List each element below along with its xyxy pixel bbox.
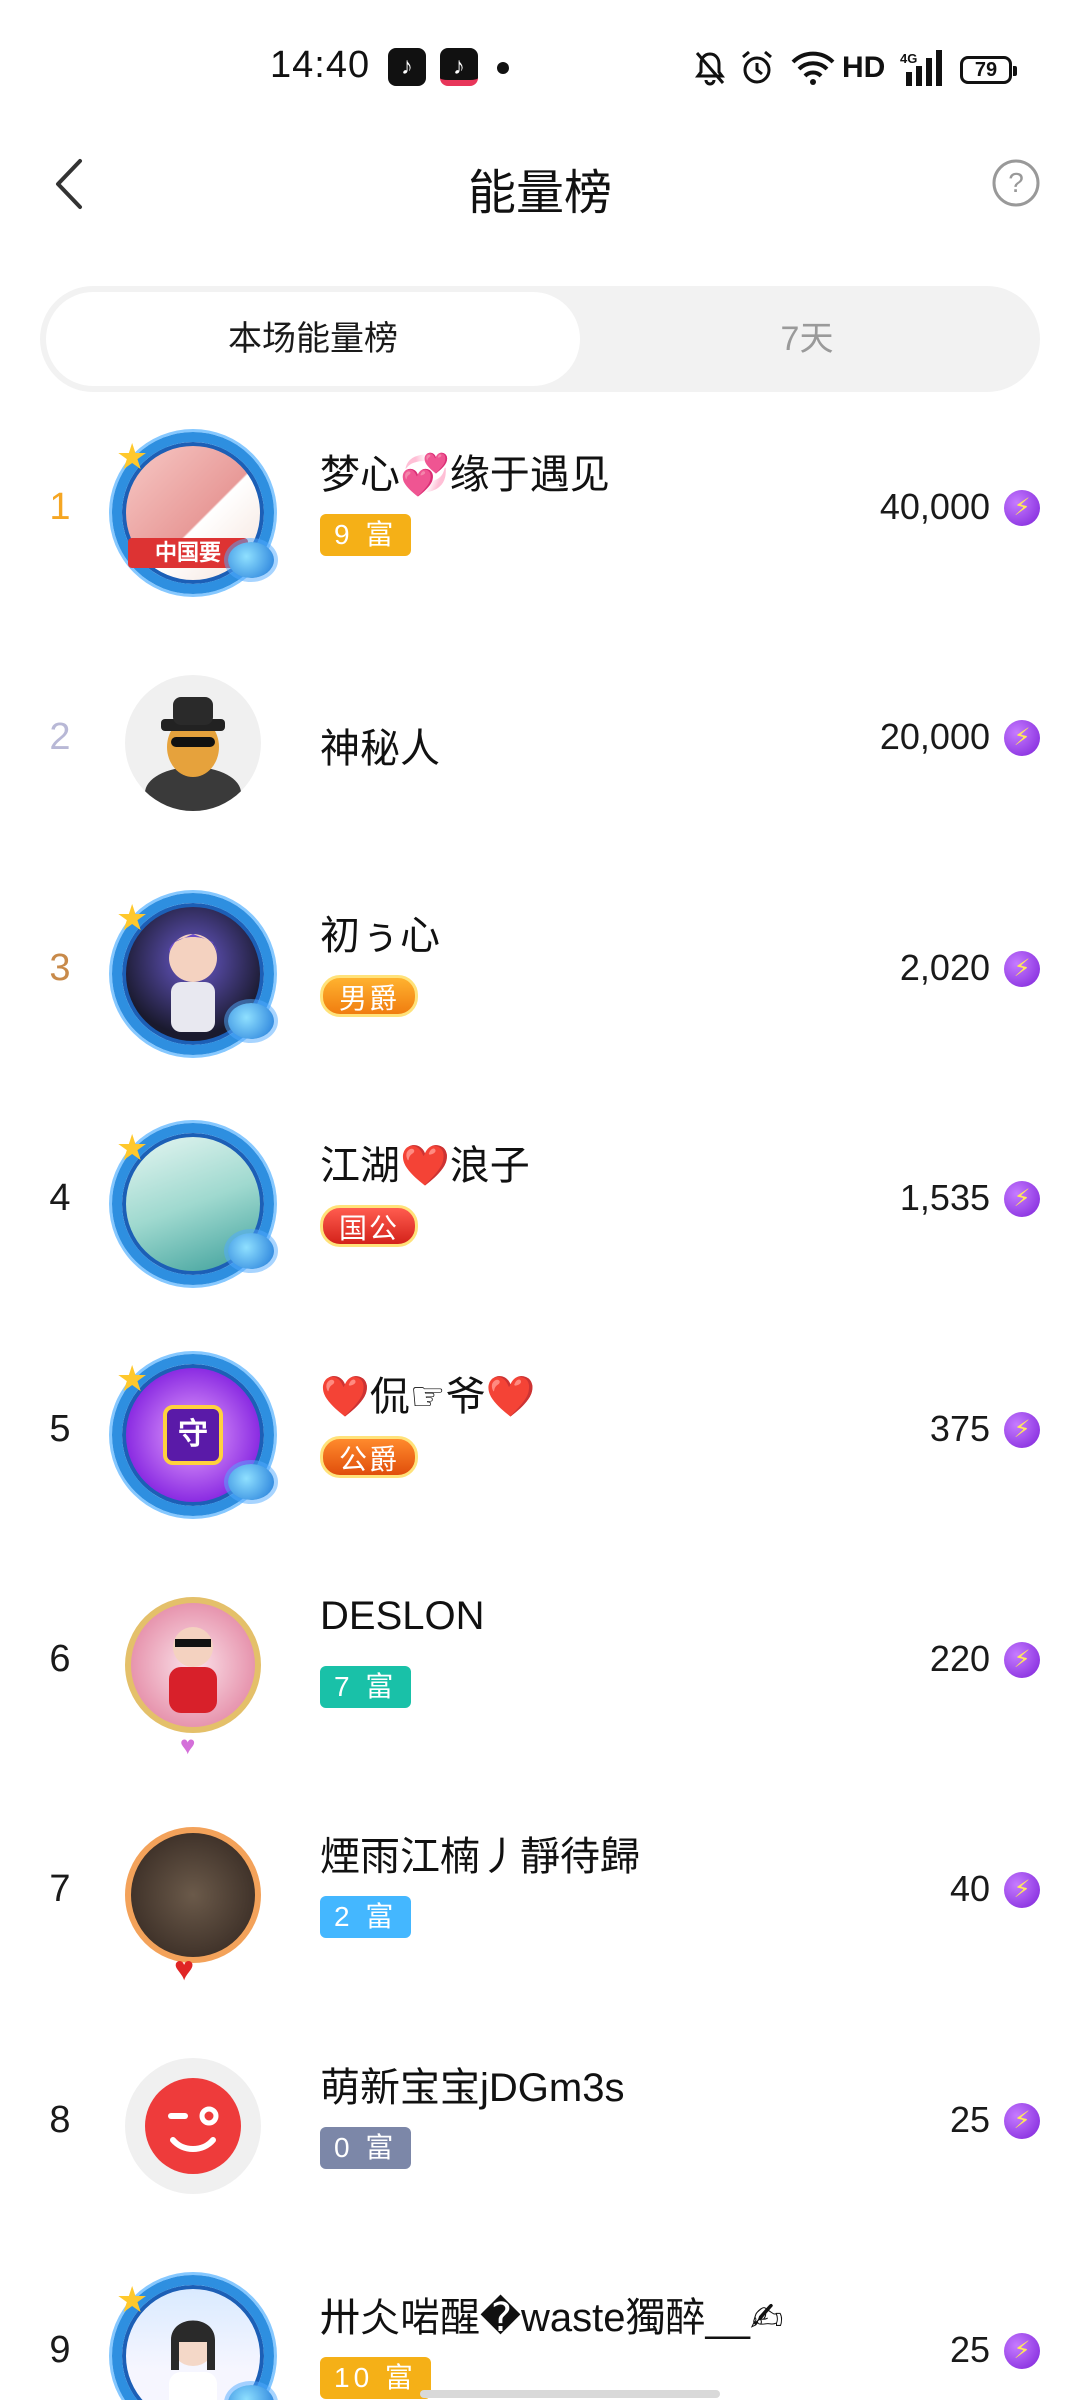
list-item[interactable]: 2 神秘人 20,000 ⚡ [0, 628, 1080, 858]
energy-score: 1,535 [899, 1177, 990, 1218]
rank-number: 5 [49, 1408, 71, 1450]
rank-number: 4 [49, 1177, 71, 1219]
rank-number: 1 [49, 486, 71, 528]
user-name: 神秘人 [320, 727, 440, 771]
list-item[interactable]: 7 ♥ 煙雨江楠丿靜待歸 2 富 40 ⚡ [0, 1780, 1080, 2010]
planet-icon [228, 542, 274, 578]
avatar[interactable] [108, 658, 278, 828]
user-name: DESLON [320, 1594, 485, 1638]
avatar[interactable]: 守 ★ [108, 1350, 278, 1520]
list-item[interactable]: 4 ★ 江湖❤️浪子 国公 1,535 ⚡ [0, 1089, 1080, 1319]
rank-number: 6 [49, 1638, 71, 1680]
energy-icon: ⚡ [1004, 720, 1040, 756]
energy-score: 25 [949, 2329, 990, 2370]
energy-icon: ⚡ [1004, 1412, 1040, 1448]
wealth-badge: 0 富 [320, 2127, 412, 2169]
svg-text:?: ? [1008, 167, 1024, 198]
planet-icon [228, 1464, 274, 1500]
page-title: 能量榜 [467, 167, 612, 220]
user-name: ❤️侃☞爷❤️ [320, 1375, 536, 1419]
battery-icon: 79 [960, 56, 1017, 84]
user-name: 初ぅ心 [320, 914, 440, 958]
notification-dot-icon [497, 62, 509, 74]
tab-current-session[interactable]: 本场能量榜 [46, 292, 580, 386]
star-icon: ★ [116, 436, 149, 477]
page-header: 能量榜 ? [0, 135, 1080, 235]
energy-score: 40,000 [879, 486, 990, 527]
avatar[interactable]: ★ [108, 2271, 278, 2400]
list-item[interactable]: 1 中国要 ★ 梦心💞缘于遇见 9 富 40,000 ⚡ [0, 398, 1080, 628]
energy-score: 2,020 [899, 947, 990, 988]
list-item[interactable]: 8 萌新宝宝jDGm3s 0 富 25 ⚡ [0, 2011, 1080, 2241]
help-button[interactable]: ? [990, 157, 1042, 209]
star-icon: ★ [116, 2279, 149, 2320]
status-time: 14:40 [270, 44, 371, 86]
user-name: 梦心💞缘于遇见 [320, 453, 610, 497]
energy-icon: ⚡ [1004, 2103, 1040, 2139]
list-item[interactable]: 5 守 ★ ❤️侃☞爷❤️ 公爵 375 ⚡ [0, 1320, 1080, 1550]
energy-icon: ⚡ [1004, 951, 1040, 987]
star-icon: ★ [116, 1358, 149, 1399]
signal-icon: 4G [900, 50, 942, 86]
status-bar: 14:40 ♪ ♪ HD 4G 79 [0, 0, 1080, 135]
energy-score: 220 [929, 1638, 990, 1679]
rank-title-badge: 国公 [320, 1205, 419, 1247]
user-name: 卅仌啱醒�waste獨醉__✍ [320, 2296, 784, 2340]
energy-score: 375 [929, 1408, 990, 1449]
list-item[interactable]: 6 ♥ DESLON 7 富 220 ⚡ [0, 1550, 1080, 1780]
energy-icon: ⚡ [1004, 490, 1040, 526]
avatar[interactable]: ★ [108, 1119, 278, 1289]
avatar[interactable]: ★ [108, 889, 278, 1059]
home-indicator[interactable] [420, 2390, 720, 2398]
default-avatar-icon [145, 2078, 241, 2174]
energy-icon: ⚡ [1004, 1181, 1040, 1217]
signal-type-label: 4G [900, 51, 917, 66]
silent-bell-icon [695, 52, 725, 86]
mystery-person-icon [145, 697, 241, 811]
energy-score: 20,000 [879, 716, 990, 757]
heart-icon: ♥ [174, 1950, 195, 1988]
energy-score: 25 [949, 2099, 990, 2140]
star-icon: ★ [116, 1127, 149, 1168]
energy-score: 40 [949, 1868, 990, 1909]
tiktok-icon: ♪ [440, 48, 478, 86]
list-item[interactable]: 9 ★ 卅仌啱醒�waste獨醉__✍ 10 富 25 ⚡ [0, 2241, 1080, 2400]
user-name: 江湖❤️浪子 [320, 1144, 530, 1188]
avatar[interactable] [108, 2041, 278, 2211]
avatar[interactable]: ♥ [108, 1810, 278, 1988]
heart-icon: ♥ [180, 1730, 196, 1760]
hd-indicator: HD [842, 51, 886, 84]
rank-number: 2 [49, 716, 71, 758]
user-name: 萌新宝宝jDGm3s [320, 2066, 625, 2110]
tab-7-days[interactable]: 7天 [580, 292, 1034, 386]
planet-icon [228, 1233, 274, 1269]
rank-number: 9 [49, 2329, 71, 2371]
tab-bar: 本场能量榜 7天 [40, 286, 1040, 392]
wifi-icon [791, 51, 835, 85]
rank-number: 3 [49, 947, 71, 989]
wealth-badge: 9 富 [320, 514, 412, 556]
star-icon: ★ [116, 897, 149, 938]
rank-title-badge: 男爵 [320, 975, 419, 1017]
rank-number: 8 [49, 2099, 71, 2141]
wealth-badge: 10 富 [320, 2357, 431, 2399]
rank-number: 7 [49, 1868, 71, 1910]
avatar[interactable]: ♥ [108, 1580, 278, 1760]
list-item[interactable]: 3 ★ 初ぅ心 男爵 2,020 ⚡ [0, 859, 1080, 1089]
wealth-badge: 2 富 [320, 1896, 412, 1938]
planet-icon [228, 1003, 274, 1039]
user-name: 煙雨江楠丿靜待歸 [320, 1835, 640, 1879]
wealth-badge: 7 富 [320, 1666, 412, 1708]
alarm-icon [742, 50, 772, 84]
energy-icon: ⚡ [1004, 2333, 1040, 2369]
energy-icon: ⚡ [1004, 1642, 1040, 1678]
rank-title-badge: 公爵 [320, 1436, 419, 1478]
energy-icon: ⚡ [1004, 1872, 1040, 1908]
avatar[interactable]: 中国要 ★ [108, 428, 278, 598]
tiktok-icon: ♪ [388, 48, 426, 86]
